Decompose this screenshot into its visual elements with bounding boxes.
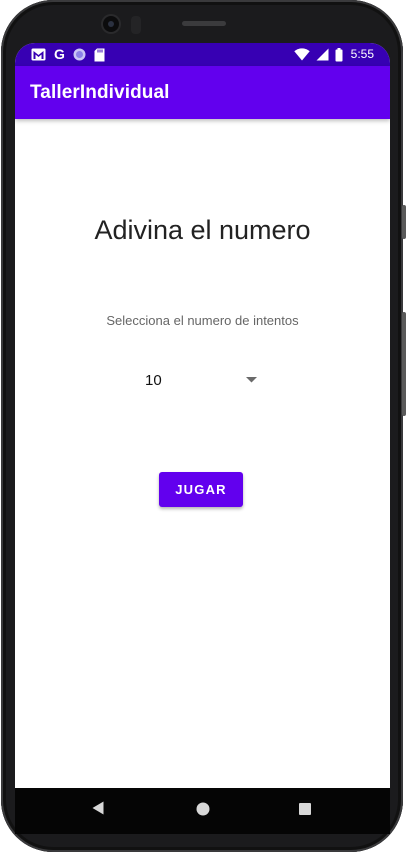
app-title: TallerIndividual — [30, 82, 170, 103]
front-camera — [103, 16, 119, 32]
app-screen: G 5:55 TallerIndividual Adivina el numer… — [15, 43, 390, 820]
gmail-icon — [31, 48, 46, 61]
status-bar: G 5:55 — [15, 43, 390, 66]
navigation-bar — [15, 788, 390, 834]
dropdown-arrow-icon — [246, 377, 257, 383]
sd-card-icon — [94, 48, 105, 62]
home-icon[interactable] — [196, 802, 210, 816]
cellular-signal-icon — [316, 48, 329, 61]
back-icon[interactable] — [92, 801, 104, 815]
play-button[interactable]: JUGAR — [159, 472, 243, 507]
battery-icon — [335, 47, 343, 62]
wifi-icon — [293, 48, 310, 61]
recents-icon[interactable] — [299, 803, 311, 815]
power-button[interactable] — [402, 205, 406, 239]
volume-rocker[interactable] — [402, 312, 406, 416]
system-indicators: 5:55 — [293, 47, 374, 62]
notification-icons: G — [31, 47, 105, 62]
app-toolbar: TallerIndividual — [15, 66, 390, 119]
proximity-sensor — [131, 16, 141, 34]
attempts-spinner-value: 10 — [145, 372, 162, 389]
attempts-label: Selecciona el numero de intentos — [106, 313, 299, 328]
page-heading: Adivina el numero — [94, 215, 311, 245]
attempts-spinner[interactable]: 10 — [143, 365, 263, 395]
earpiece-speaker — [182, 21, 226, 26]
clock: 5:55 — [350, 47, 374, 61]
device-screenshot: G 5:55 TallerIndividual Adivina el numer… — [0, 0, 406, 855]
google-icon: G — [54, 46, 65, 62]
circle-app-icon — [73, 48, 86, 61]
